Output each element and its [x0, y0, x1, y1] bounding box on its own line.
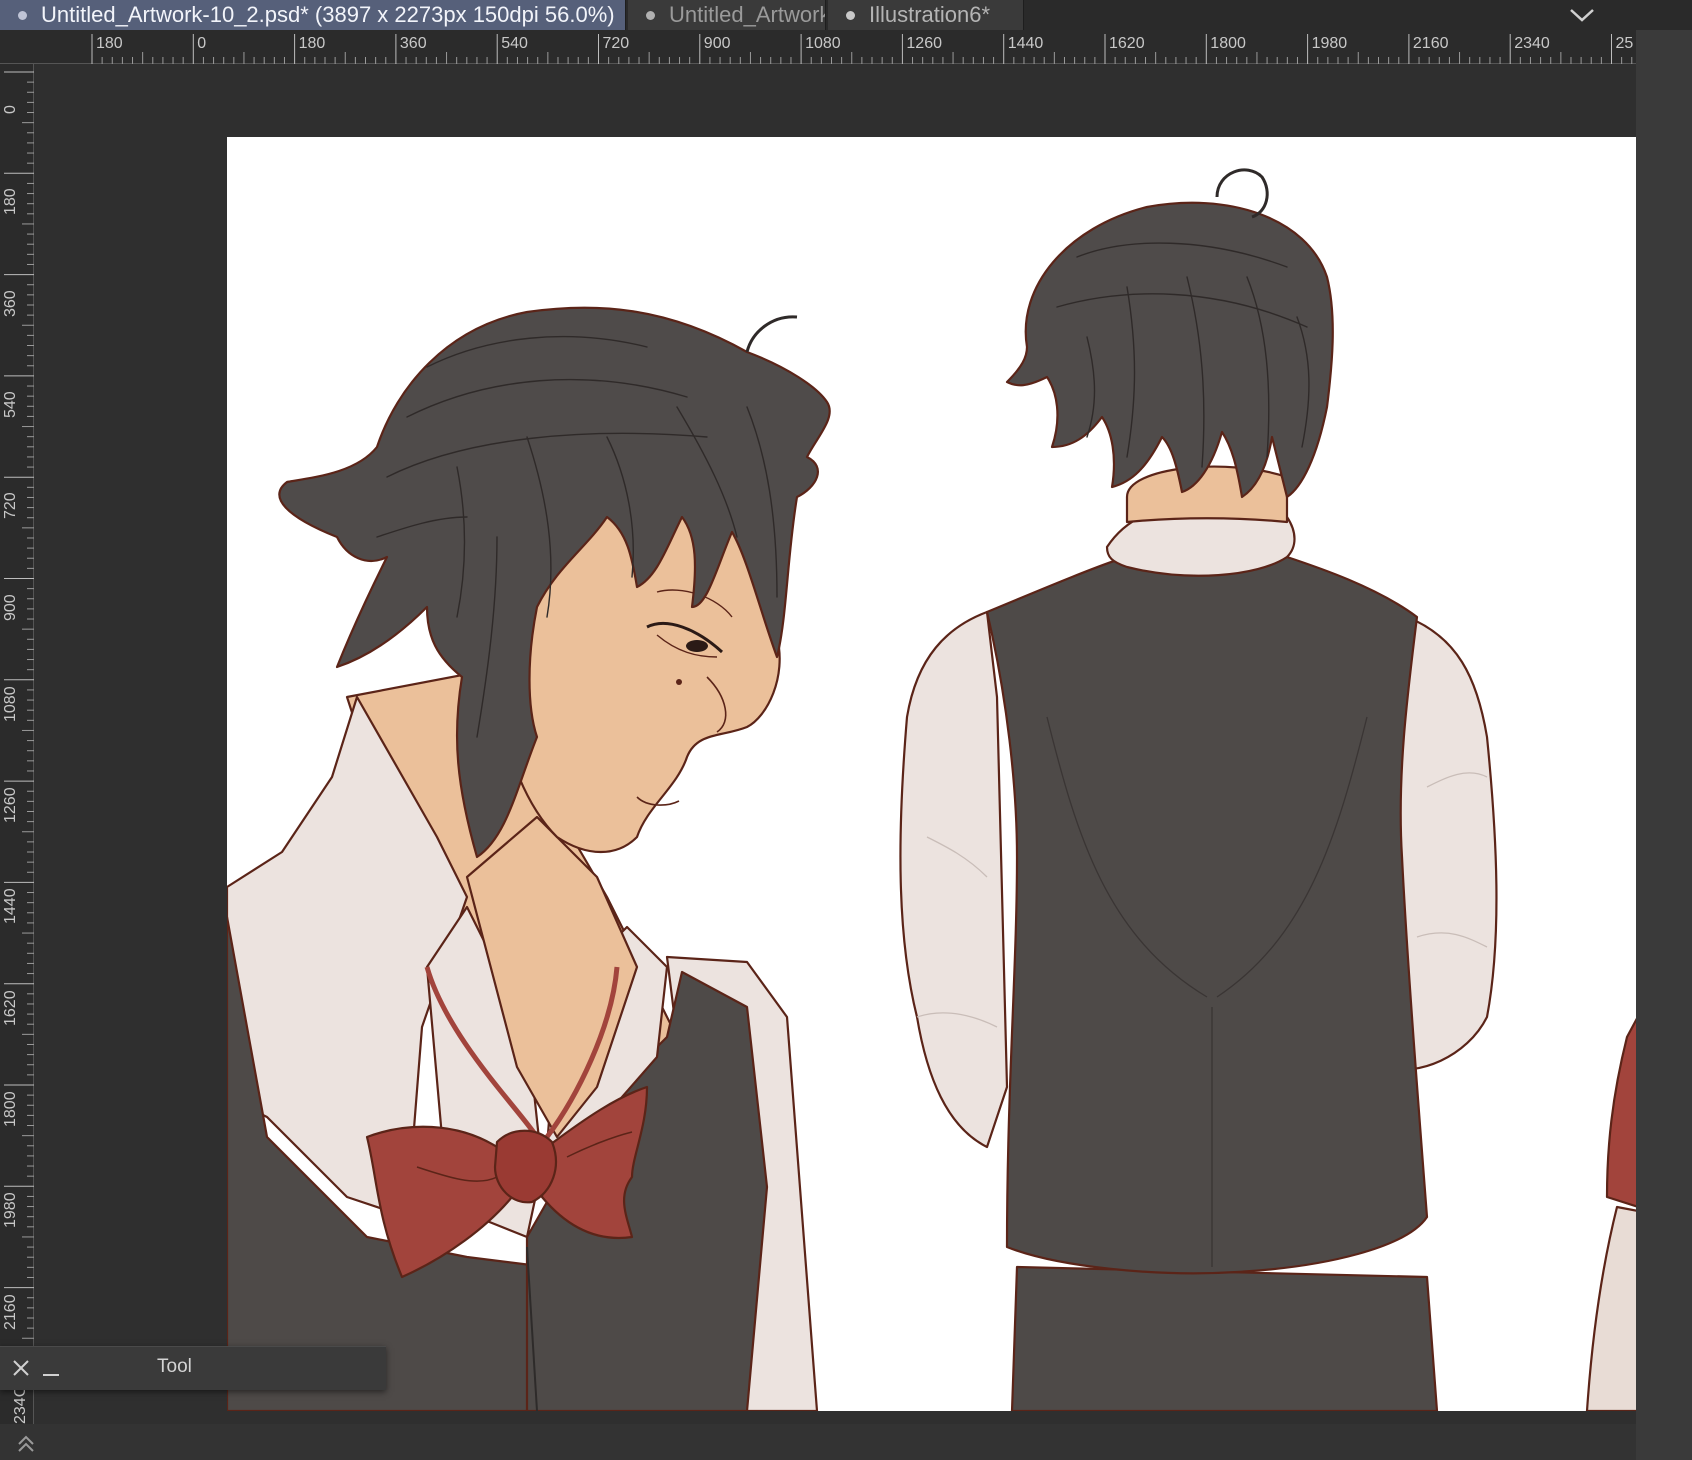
ruler-label: 1800 [2, 1091, 19, 1127]
ruler-label: 720 [2, 492, 19, 520]
ruler-label: 360 [2, 289, 19, 317]
tab-illustration6[interactable]: Illustration6* [828, 0, 1024, 30]
vertical-ruler-tail: 234C [8, 1386, 32, 1424]
ruler-label: 540 [2, 391, 19, 418]
ruler-label: 900 [2, 593, 19, 621]
ruler-label: 1440 [1007, 35, 1044, 52]
ruler-label: 2160 [1412, 35, 1449, 52]
ruler-label: 1260 [906, 35, 942, 52]
tab-label: Untitled_Artwork [669, 2, 826, 27]
unsaved-dot-icon [846, 10, 855, 20]
ruler-label: 2160 [2, 1294, 19, 1330]
double-chevron-up-icon[interactable] [14, 1432, 38, 1456]
ruler-label: 1980 [2, 1192, 19, 1229]
ruler-label: 1440 [2, 888, 19, 925]
app-window: Untitled_Artwork-10_2.psd* (3897 x 2273p… [0, 0, 1692, 1460]
ruler-label: 25 [1615, 35, 1634, 52]
tab-label: Illustration6* [869, 2, 991, 27]
horizontal-ruler[interactable]: 180 0 180 360 540 720 900 1080 1260 1440 1620 1800 1… [0, 30, 1636, 64]
bottom-status-strip [0, 1424, 1636, 1460]
tool-panel-title: Tool [157, 1356, 192, 1377]
tab-untitled-artwork[interactable]: Untitled_Artwork [628, 0, 826, 30]
ruler-label: 1800 [1210, 35, 1246, 52]
ruler-label: 180 [2, 188, 19, 216]
ruler-label: 180 [96, 35, 123, 52]
ruler-label: 2340 [1514, 35, 1550, 52]
ruler-label: 1080 [805, 35, 841, 52]
drawing-canvas[interactable]: .ol { stroke: #5b2418; stroke-width: 2.2… [227, 137, 1670, 1411]
vertical-ruler[interactable]: 0 180 360 540 720 900 1080 1260 1440 1620 1800 1980… [0, 64, 34, 1424]
ruler-label: 1620 [2, 990, 19, 1026]
ruler-label: 900 [703, 35, 731, 52]
ruler-label: 720 [602, 35, 630, 52]
ruler-label: 1260 [2, 787, 19, 824]
close-icon[interactable] [10, 1357, 32, 1379]
minimize-icon[interactable] [40, 1357, 62, 1379]
ruler-label: 360 [399, 35, 427, 52]
ruler-label: 0 [2, 105, 19, 114]
ruler-label: 1980 [1311, 35, 1348, 52]
ruler-label: 234C [12, 1385, 29, 1424]
unsaved-dot-icon [646, 10, 655, 20]
chevron-down-icon[interactable] [1562, 0, 1602, 30]
right-panel-edge [1636, 30, 1692, 1460]
unsaved-dot-icon [18, 10, 27, 20]
tab-label: Untitled_Artwork-10_2.psd* (3897 x 2273p… [41, 2, 615, 27]
ruler-label: 0 [197, 35, 207, 52]
document-tab-bar: Untitled_Artwork-10_2.psd* (3897 x 2273p… [0, 0, 1692, 30]
tool-panel[interactable]: Tool [0, 1346, 386, 1390]
ruler-label: 1080 [2, 686, 19, 722]
canvas-workspace[interactable]: .ol { stroke: #5b2418; stroke-width: 2.2… [35, 65, 1670, 1425]
ruler-label: 180 [298, 35, 326, 52]
ruler-label: 1620 [1109, 35, 1145, 52]
ruler-label: 540 [501, 35, 528, 52]
artwork-illustration: .ol { stroke: #5b2418; stroke-width: 2.2… [227, 168, 1670, 1411]
tab-untitled-artwork-10-2[interactable]: Untitled_Artwork-10_2.psd* (3897 x 2273p… [0, 0, 626, 30]
